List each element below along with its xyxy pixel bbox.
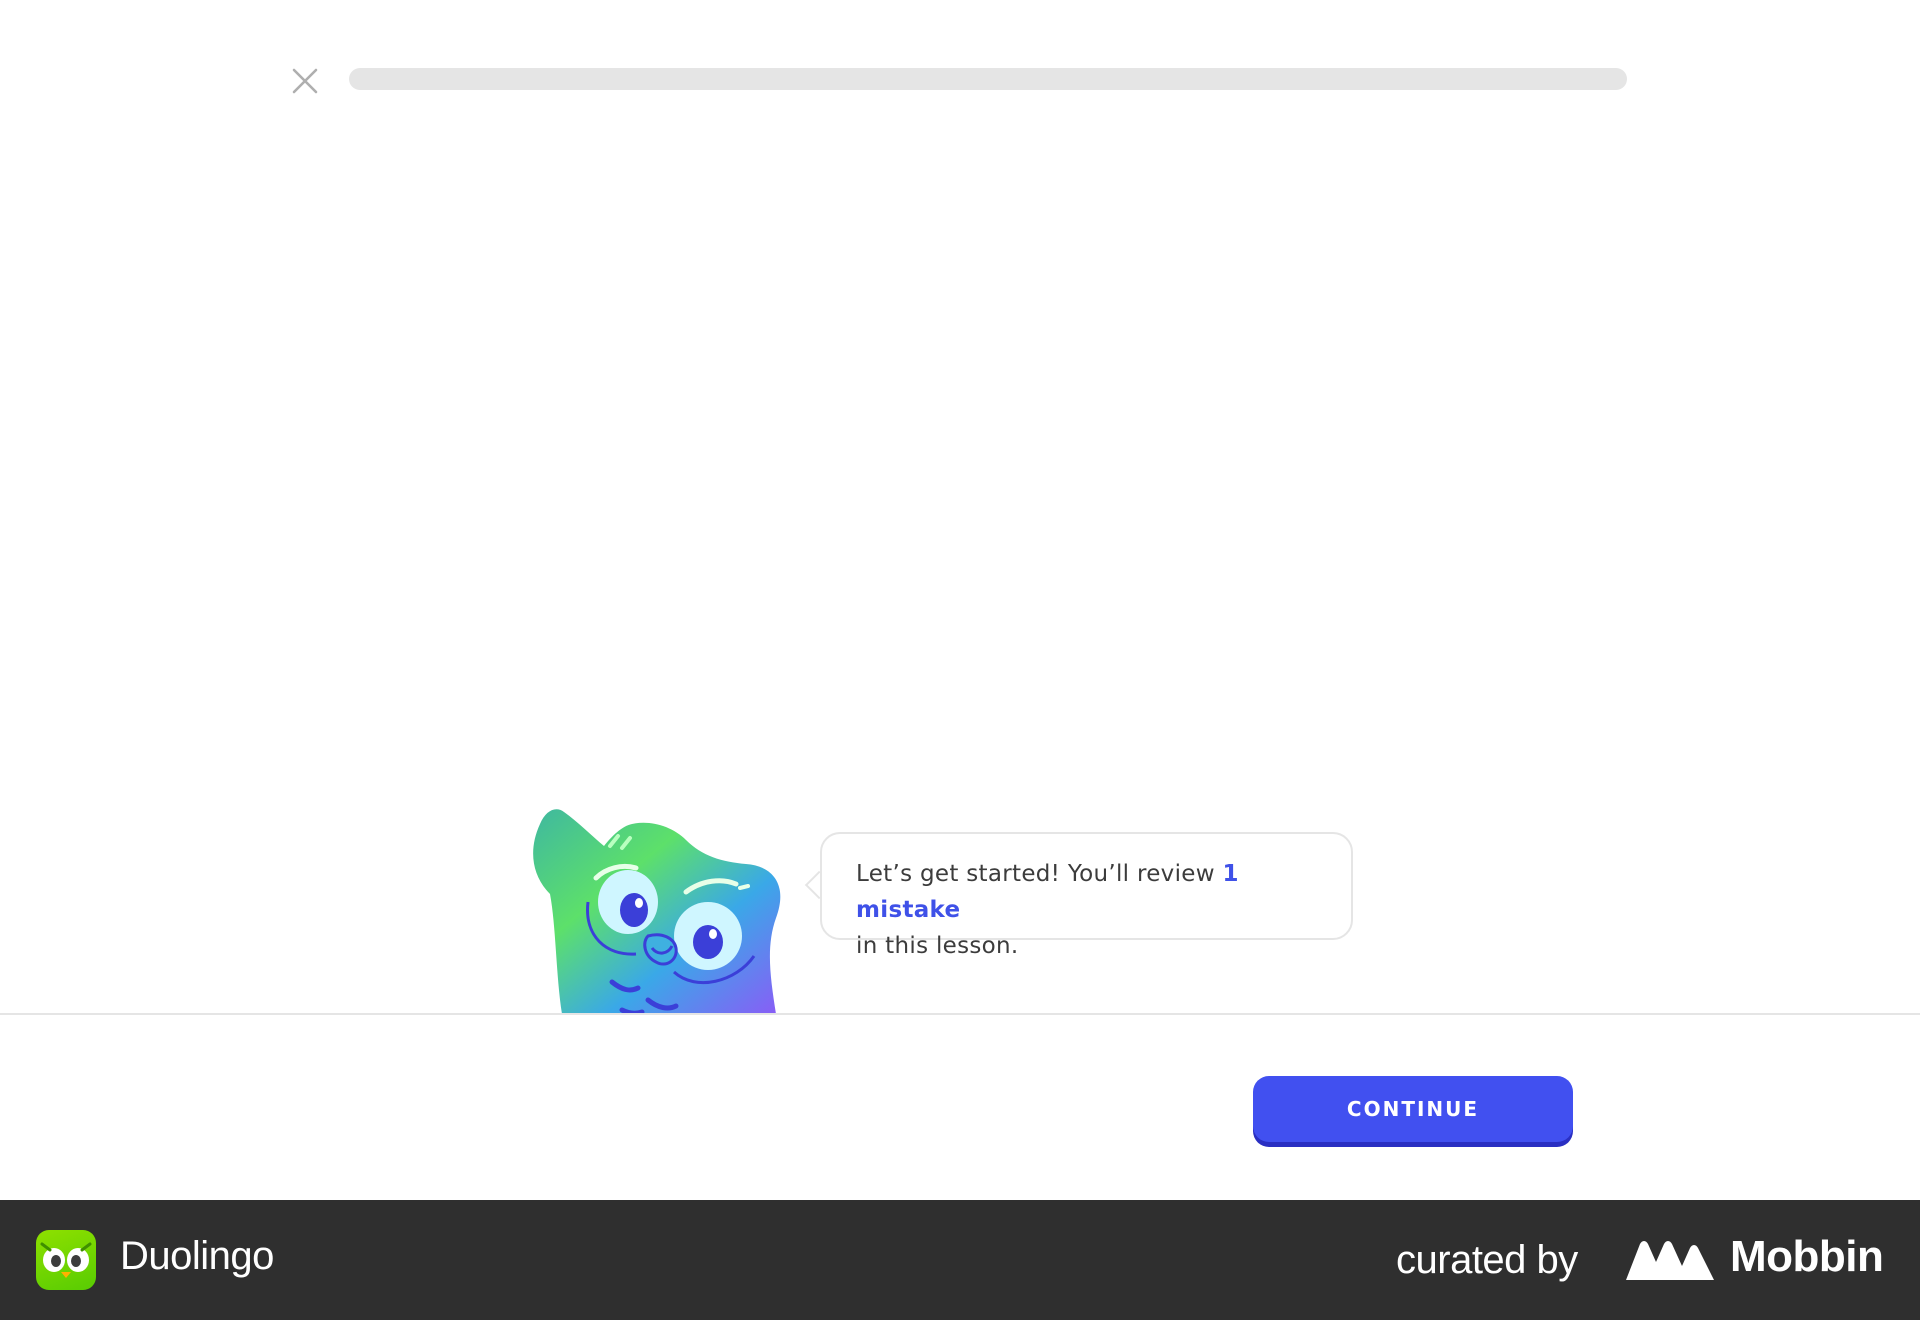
bubble-text-end: in this lesson. bbox=[856, 933, 1019, 959]
continue-button[interactable]: CONTINUE bbox=[1253, 1076, 1573, 1142]
duo-owl-mascot bbox=[526, 806, 786, 1014]
close-icon bbox=[292, 68, 318, 94]
curated-by-label: curated by bbox=[1396, 1238, 1578, 1282]
brand-bar: Duolingo curated by Mobbin bbox=[0, 1200, 1920, 1320]
close-button[interactable] bbox=[288, 64, 322, 98]
duolingo-app-icon bbox=[36, 1230, 96, 1290]
bubble-text-start: Let’s get started! You’ll review bbox=[856, 861, 1223, 887]
lesson-progress-bar bbox=[349, 68, 1627, 90]
footer-divider bbox=[0, 1013, 1920, 1015]
app-name: Duolingo bbox=[120, 1234, 274, 1278]
lesson-page: Let’s get started! You’ll review 1 mista… bbox=[0, 0, 1920, 1320]
mobbin-logo-icon bbox=[1626, 1241, 1714, 1280]
speech-bubble: Let’s get started! You’ll review 1 mista… bbox=[820, 832, 1353, 959]
curator-name: Mobbin bbox=[1730, 1232, 1884, 1281]
